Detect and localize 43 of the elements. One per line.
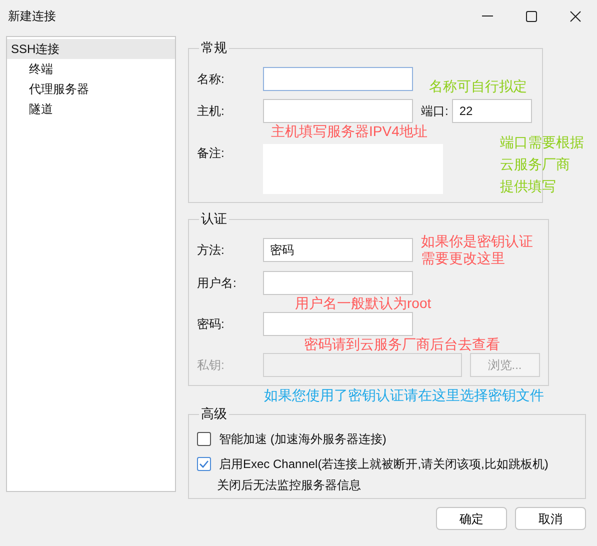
annotation-text: 如果你是密钥认证 xyxy=(421,233,533,250)
window-title: 新建连接 xyxy=(8,8,56,25)
annotation-text: 需要更改这里 xyxy=(421,250,506,267)
cancel-button[interactable]: 取消 xyxy=(515,507,586,530)
annotation-text: 主机填写服务器IPV4地址 xyxy=(271,123,428,140)
field-label: 备注: xyxy=(197,145,226,162)
name-input[interactable] xyxy=(263,66,413,90)
annotation-text: 密码请到云服务厂商后台去查看 xyxy=(304,336,501,353)
field-label: 端口: xyxy=(421,103,448,120)
checkbox[interactable] xyxy=(197,432,211,446)
sidebar-item[interactable]: 终端 xyxy=(7,59,175,79)
group-title: 高级 xyxy=(200,406,228,422)
field-label: 主机: xyxy=(197,103,226,120)
annotation-text: 用户名一般默认为root xyxy=(295,295,432,312)
method-dropdown[interactable]: 密码 xyxy=(263,238,413,262)
info-text: 关闭后无法监控服务器信息 xyxy=(217,477,362,494)
annotation-text: 端口需要根据 xyxy=(500,134,584,151)
check-icon xyxy=(199,460,209,468)
field-label: 私钥: xyxy=(197,357,226,374)
minimize-icon xyxy=(482,15,492,17)
username-input[interactable] xyxy=(263,271,413,295)
ok-button[interactable]: 确定 xyxy=(436,507,507,530)
sidebar-item[interactable]: 隧道 xyxy=(7,99,175,119)
field-label: 方法: xyxy=(197,242,226,259)
group-title: 常规 xyxy=(200,40,228,56)
annotation-text: 如果您使用了密钥认证请在这里选择密钥文件 xyxy=(264,387,545,404)
close-icon xyxy=(570,10,580,22)
sidebar-item[interactable]: SSH连接 xyxy=(7,39,175,59)
checkbox[interactable] xyxy=(197,457,211,471)
checkbox-label[interactable]: 智能加速 (加速海外服务器连接) xyxy=(219,430,386,448)
field-label: 用户名: xyxy=(197,275,238,292)
host-input[interactable] xyxy=(263,99,413,123)
sidebar-item[interactable]: 代理服务器 xyxy=(7,79,175,99)
port-input[interactable]: 22 xyxy=(452,99,532,123)
annotation-text: 云服务厂商 xyxy=(500,156,570,173)
field-label: 名称: xyxy=(197,70,226,88)
maximize-icon xyxy=(526,10,536,22)
field-label: 密码: xyxy=(197,316,226,333)
annotation-text: 名称可自行拟定 xyxy=(429,78,527,95)
checkbox-label[interactable]: 启用Exec Channel(若连接上就被断开,请关闭该项,比如跳板机) xyxy=(219,455,548,473)
group-title: 认证 xyxy=(200,211,228,227)
password-input[interactable] xyxy=(263,312,413,336)
annotation-text: 提供填写 xyxy=(500,178,556,195)
